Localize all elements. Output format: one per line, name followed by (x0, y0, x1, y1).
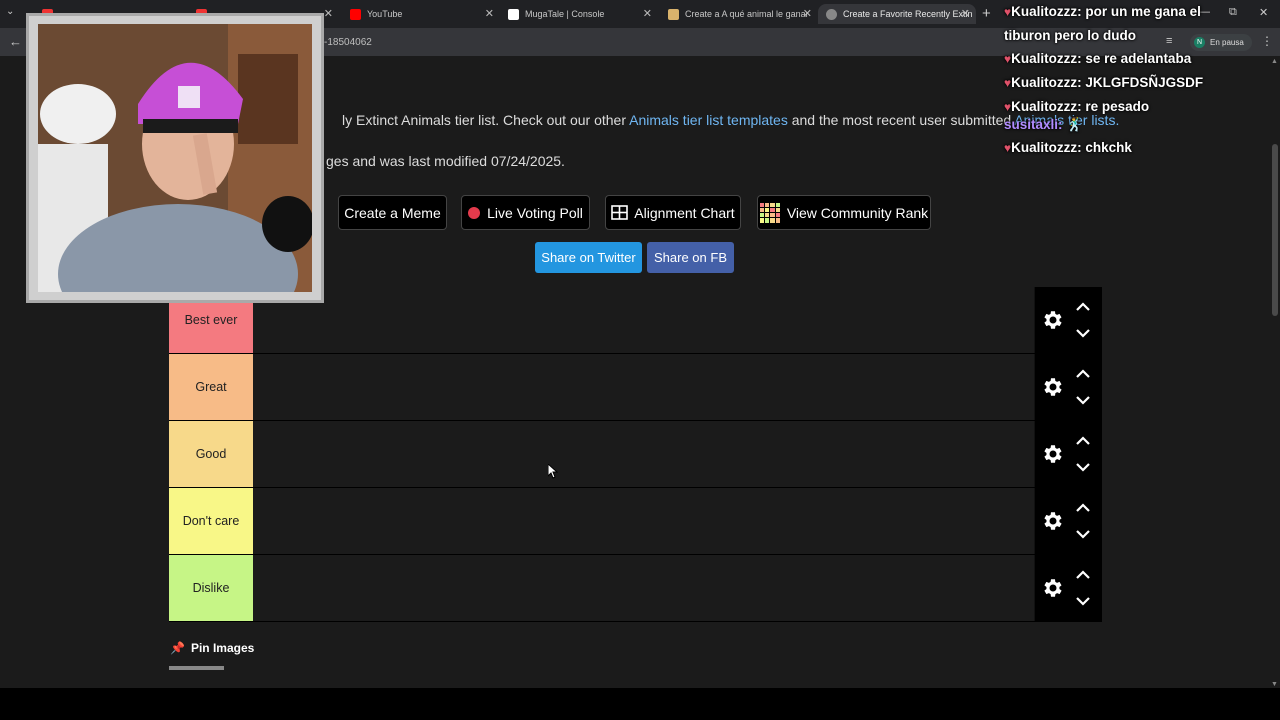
tab-youtube[interactable]: YouTube ✕ (342, 4, 494, 24)
gear-icon[interactable] (1040, 375, 1064, 399)
tier-drop-zone[interactable] (253, 287, 1035, 353)
gear-icon[interactable] (1040, 442, 1064, 466)
create-meme-button[interactable]: Create a Meme (338, 195, 447, 230)
chat-message: ♥Kualitozzz: se re adelantaba (1004, 51, 1192, 66)
tier-drop-zone[interactable] (253, 421, 1035, 487)
tier-controls (1035, 354, 1102, 420)
tab-close-icon[interactable]: ✕ (643, 7, 652, 20)
tier-controls (1035, 287, 1102, 353)
community-mosaic-icon (759, 202, 780, 223)
tier-label[interactable]: Don't care (169, 488, 253, 554)
tier-row-good: Good (169, 421, 1102, 488)
chevron-down-icon[interactable] (1075, 462, 1091, 472)
tier-controls (1035, 488, 1102, 554)
youtube-icon (350, 8, 361, 20)
stream-chat-overlay: ♥Kualitozzz: por un me gana el tiburon p… (1004, 4, 1274, 160)
pinned-images-strip (169, 666, 224, 670)
chevron-down-icon[interactable] (1075, 596, 1091, 606)
tier-label[interactable]: Great (169, 354, 253, 420)
live-voting-poll-button[interactable]: Live Voting Poll (461, 195, 590, 230)
scrollbar-thumb[interactable] (1272, 144, 1278, 316)
tiermaker-icon (668, 8, 679, 20)
chevron-up-icon[interactable] (1075, 369, 1091, 379)
chevron-up-icon[interactable] (1075, 503, 1091, 513)
tier-label[interactable]: Good (169, 421, 253, 487)
chat-message: ♥Kualitozzz: JKLGFDSÑJGSDF (1004, 75, 1204, 90)
tier-controls (1035, 421, 1102, 487)
tier-row-dislike: Dislike (169, 555, 1102, 622)
bottom-letterbox (0, 688, 1280, 720)
share-twitter-button[interactable]: Share on Twitter (535, 242, 642, 273)
back-arrow-icon[interactable]: ← (9, 34, 22, 49)
tab-close-icon[interactable]: ✕ (485, 7, 494, 20)
intro-paragraph: ly Extinct Animals tier list. Check out … (342, 112, 1120, 128)
tier-drop-zone[interactable] (253, 555, 1035, 621)
tab-create-a-que-animal[interactable]: Create a A qué animal le ganar ✕ (660, 4, 812, 24)
tab-create-favorite-extinct[interactable]: Create a Favorite Recently Extin ✕ (818, 4, 976, 24)
streamer-webcam-image (38, 24, 312, 292)
chevron-down-icon[interactable] (1075, 395, 1091, 405)
tab-search-chevron-icon[interactable]: ⌄ (6, 6, 14, 17)
tier-row-great: Great (169, 354, 1102, 421)
gear-icon[interactable] (1040, 576, 1064, 600)
mugatale-icon (508, 8, 519, 20)
scroll-down-arrow-icon[interactable]: ▼ (1271, 681, 1278, 688)
alignment-chart-button[interactable]: Alignment Chart (605, 195, 741, 230)
new-tab-plus-icon[interactable]: + (982, 5, 991, 22)
loading-icon (826, 8, 837, 20)
chat-message: ♥Kualitozzz: chkchk (1004, 140, 1132, 155)
chat-message-partial: ♥Kualitozzz: por un me gana el (1004, 4, 1201, 19)
gear-icon[interactable] (1040, 308, 1064, 332)
record-dot-icon (468, 206, 481, 219)
tab-mugatale[interactable]: MugaTale | Console ✕ (500, 4, 652, 24)
pin-images-toggle[interactable]: 📌 Pin Images (170, 641, 254, 655)
chat-message: tiburon pero lo dudo (1004, 28, 1136, 43)
tier-label[interactable]: Dislike (169, 555, 253, 621)
tab-close-icon[interactable]: ✕ (803, 7, 812, 20)
tab-close-icon[interactable]: ✕ (961, 7, 970, 20)
tab-close-icon[interactable]: ✕ (324, 7, 333, 20)
tier-controls (1035, 555, 1102, 621)
last-modified-text: ges and was last modified 07/24/2025. (326, 153, 565, 169)
chevron-down-icon[interactable] (1075, 529, 1091, 539)
grid-icon (611, 205, 629, 220)
tier-list: Best ever Great Good Don't care Dislike (169, 287, 1102, 622)
mouse-cursor-icon (548, 464, 558, 479)
pin-icon: 📌 (170, 641, 185, 655)
webcam-overlay (26, 13, 324, 303)
animals-templates-link[interactable]: Animals tier list templates (629, 112, 788, 128)
chevron-up-icon[interactable] (1075, 436, 1091, 446)
gear-icon[interactable] (1040, 509, 1064, 533)
share-fb-button[interactable]: Share on FB (647, 242, 734, 273)
dancing-emote-icon: 🕺 (1066, 117, 1084, 132)
view-community-rank-button[interactable]: View Community Rank (757, 195, 931, 230)
chevron-up-icon[interactable] (1075, 302, 1091, 312)
chevron-down-icon[interactable] (1075, 328, 1091, 338)
tier-row-dont-care: Don't care (169, 488, 1102, 555)
tier-drop-zone[interactable] (253, 354, 1035, 420)
url-field[interactable]: -18504062 (324, 37, 372, 48)
chevron-up-icon[interactable] (1075, 570, 1091, 580)
tier-drop-zone[interactable] (253, 488, 1035, 554)
